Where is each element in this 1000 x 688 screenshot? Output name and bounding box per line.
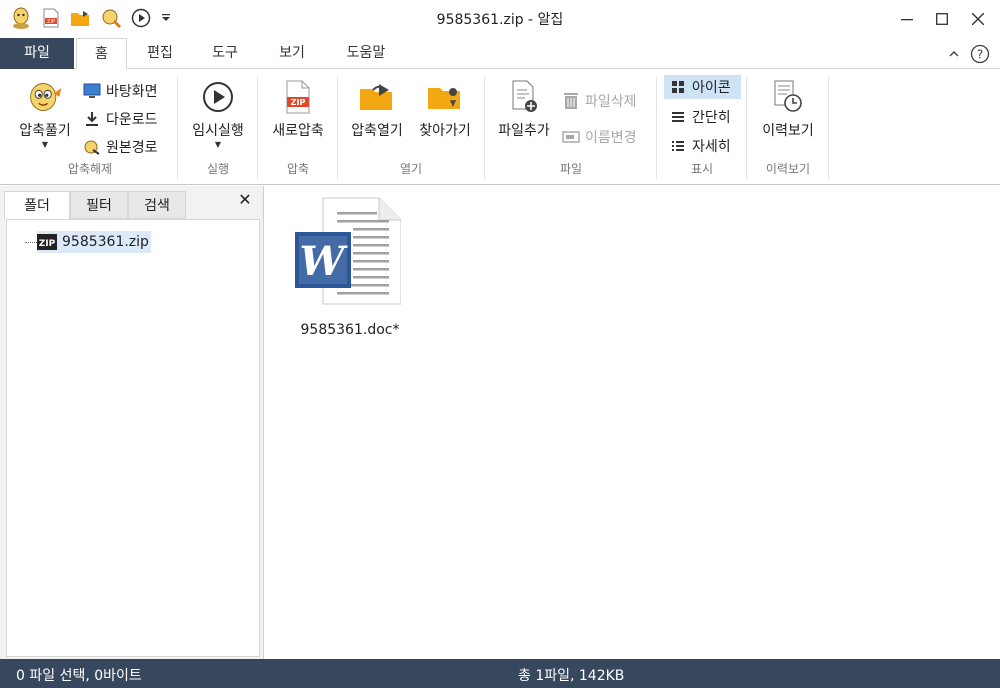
temp-run-button[interactable]: 임시실행 ▼: [184, 79, 252, 149]
maximize-button[interactable]: [924, 4, 960, 34]
file-list-pane: W 9585361.doc*: [265, 186, 1000, 659]
file-group: 파일추가 파일삭제 이름변경 파일: [487, 73, 655, 181]
compress-group: ZIP 새로압축 압축: [260, 73, 336, 181]
view-group-label: 표시: [690, 162, 714, 176]
run-group: 임시실행 ▼ 실행: [180, 73, 256, 181]
svg-text:?: ?: [977, 48, 983, 62]
tab-search[interactable]: 검색: [128, 191, 186, 219]
ribbon-tab-bar: 파일 홈 편집 도구 보기 도움말 ?: [0, 38, 1000, 70]
left-panel: 폴더 필터 검색 ✕ ZIP 9585361.zip: [0, 186, 264, 659]
extract-dropdown-icon[interactable]: ▼: [10, 140, 80, 149]
original-path-icon: [82, 137, 102, 157]
extract-mascot-icon: [27, 79, 63, 115]
history-group: 이력보기 이력보기: [749, 73, 827, 181]
svg-text:ZIP: ZIP: [291, 98, 306, 107]
ribbon: 압축풀기 ▼ 바탕화면 다운로드 원본경로 압축해제 임시실행 ▼ 실행 ZIP…: [0, 69, 1000, 185]
tab-file[interactable]: 파일: [0, 38, 74, 69]
tab-view[interactable]: 보기: [266, 38, 318, 69]
help-icon[interactable]: ?: [970, 44, 990, 64]
add-file-button[interactable]: 파일추가: [489, 79, 559, 140]
file-name: 9585361.doc*: [300, 322, 400, 338]
icon-view-button[interactable]: 아이콘: [664, 75, 741, 99]
tab-tools[interactable]: 도구: [199, 38, 251, 69]
tab-edit[interactable]: 편집: [134, 38, 186, 69]
extract-group-label: 압축해제: [67, 162, 113, 176]
extract-to-desktop-button[interactable]: 바탕화면: [82, 79, 158, 103]
history-group-label: 이력보기: [765, 162, 811, 176]
tab-filter[interactable]: 필터: [70, 191, 128, 219]
open-group: 압축열기 찾아가기 열기: [340, 73, 482, 181]
compress-group-label: 압축: [286, 162, 310, 176]
play-icon: [200, 79, 236, 115]
tree-node-zip[interactable]: ZIP 9585361.zip: [37, 231, 151, 253]
history-icon: [770, 79, 806, 115]
new-zip-icon: ZIP: [280, 79, 316, 115]
folder-location-icon: [427, 79, 463, 115]
download-icon: [82, 109, 102, 129]
collapse-ribbon-icon[interactable]: [944, 44, 964, 64]
tab-folder[interactable]: 폴더: [4, 191, 70, 220]
desktop-icon: [82, 81, 102, 101]
simple-view-button[interactable]: 간단히: [668, 105, 731, 129]
run-group-label: 실행: [206, 162, 230, 176]
extract-to-original-path-button[interactable]: 원본경로: [82, 135, 158, 159]
group-divider: [257, 77, 258, 179]
history-button[interactable]: 이력보기: [753, 79, 823, 140]
close-panel-icon[interactable]: ✕: [235, 190, 255, 210]
extract-to-downloads-button[interactable]: 다운로드: [82, 107, 158, 131]
list-icon: [668, 107, 688, 127]
status-bar: 0 파일 선택, 0바이트 총 1파일, 142KB: [0, 659, 1000, 688]
tab-help[interactable]: 도움말: [332, 38, 400, 69]
file-group-label: 파일: [559, 162, 583, 176]
temp-run-dropdown-icon[interactable]: ▼: [184, 140, 252, 149]
group-divider: [177, 77, 178, 179]
folder-tree: ZIP 9585361.zip: [6, 219, 260, 657]
details-icon: [668, 136, 688, 156]
total-status: 총 1파일, 142KB: [518, 668, 625, 684]
selection-status: 0 파일 선택, 0바이트: [16, 668, 142, 684]
close-button[interactable]: [960, 4, 996, 34]
zip-archive-icon: ZIP: [37, 233, 57, 251]
group-divider: [484, 77, 485, 179]
svg-text:W: W: [300, 238, 349, 285]
svg-text:ZIP: ZIP: [39, 239, 56, 249]
rename-button[interactable]: 이름변경: [561, 125, 637, 149]
new-compress-button[interactable]: ZIP 새로압축: [262, 79, 334, 140]
open-group-label: 열기: [399, 162, 423, 176]
file-item[interactable]: W 9585361.doc*: [287, 194, 413, 344]
rename-icon: [561, 127, 581, 147]
title-bar: ZIP 9585361.zip - 알집: [0, 0, 1000, 38]
tree-connector: [25, 242, 37, 243]
tab-home[interactable]: 홈: [76, 38, 127, 70]
add-file-icon: [506, 79, 542, 115]
group-divider: [828, 77, 829, 179]
minimize-button[interactable]: [889, 4, 925, 34]
open-zip-button[interactable]: 압축열기: [344, 79, 410, 140]
open-folder-icon: [359, 79, 395, 115]
delete-file-button[interactable]: 파일삭제: [561, 89, 637, 113]
extract-group: 압축풀기 ▼ 바탕화면 다운로드 원본경로 압축해제: [4, 73, 176, 181]
window-title: 9585361.zip - 알집: [436, 12, 564, 28]
group-divider: [656, 77, 657, 179]
browse-button[interactable]: 찾아가기: [412, 79, 478, 140]
grid-icon: [668, 77, 688, 97]
group-divider: [337, 77, 338, 179]
trash-icon: [561, 91, 581, 111]
extract-button[interactable]: 압축풀기 ▼: [10, 79, 80, 149]
view-group: 아이콘 간단히 자세히 표시: [659, 73, 745, 181]
group-divider: [746, 77, 747, 179]
detail-view-button[interactable]: 자세히: [668, 134, 731, 158]
word-document-icon: W: [295, 197, 401, 305]
